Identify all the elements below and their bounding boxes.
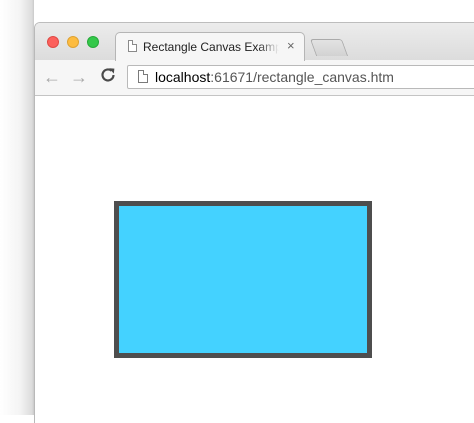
address-bar[interactable]: localhost:61671/rectangle_canvas.htm [127,65,474,89]
browser-window: Rectangle Canvas Example × ← → localhost… [34,22,474,423]
canvas-rectangle [114,201,372,358]
tab-rectangle-canvas-example[interactable]: Rectangle Canvas Example × [115,32,305,61]
tab-title: Rectangle Canvas Example [143,40,279,54]
page-icon [138,70,148,83]
page-content [35,96,474,423]
url-host: localhost [155,69,211,85]
zoom-window-button[interactable] [87,36,99,48]
reload-icon[interactable] [97,66,119,88]
page-icon [128,40,137,52]
minimize-window-button[interactable] [67,36,79,48]
desktop-shadow [0,0,34,415]
new-tab-button[interactable] [309,39,349,56]
close-window-button[interactable] [47,36,59,48]
back-arrow-icon[interactable]: ← [41,66,63,88]
tab-close-icon[interactable]: × [287,38,295,54]
navigation-toolbar: ← → localhost:61671/rectangle_canvas.htm [35,60,474,96]
title-bar: Rectangle Canvas Example × [35,23,474,61]
url-path: :61671/rectangle_canvas.htm [210,69,394,85]
url-text: localhost:61671/rectangle_canvas.htm [155,69,394,85]
reload-arrow-icon [101,68,115,82]
forward-arrow-icon[interactable]: → [68,66,90,88]
